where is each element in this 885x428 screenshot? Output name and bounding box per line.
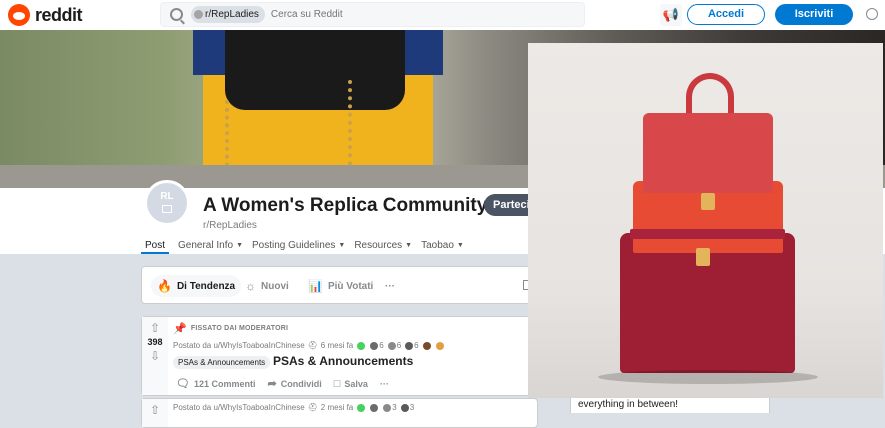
sort-label: Di Tendenza bbox=[176, 280, 236, 292]
subreddit-search-chip[interactable]: r/RepLadies bbox=[191, 6, 265, 23]
tab-general-info[interactable]: General Info ▼ bbox=[178, 238, 243, 252]
flame-icon: 🔥 bbox=[157, 279, 172, 293]
pin-icon: 📌 bbox=[173, 323, 187, 335]
advertise-megaphone-icon[interactable]: 📢 bbox=[660, 4, 682, 26]
lock-icon bbox=[162, 205, 172, 213]
tab-resources[interactable]: Resources ▼ bbox=[354, 238, 412, 252]
login-button[interactable]: Accedi bbox=[687, 4, 765, 25]
post-title[interactable]: PSAs & Announcements bbox=[273, 354, 413, 368]
post-meta: Postato da u/WhyIsToaboaInChinese ⛑ 6 me… bbox=[173, 341, 445, 350]
bag-lock bbox=[701, 193, 715, 210]
save-label: Salva bbox=[344, 378, 368, 389]
post-flair[interactable]: PSAs & Announcements bbox=[173, 356, 271, 369]
post-more-button[interactable]: ··· bbox=[380, 379, 389, 389]
comment-icon: 🗨 bbox=[176, 378, 190, 390]
award-icon bbox=[357, 403, 366, 412]
award-icon bbox=[383, 403, 392, 412]
tab-label: Resources bbox=[354, 239, 403, 251]
post-meta: Postato da u/WhyIsToaboaInChinese ⛑ 2 me… bbox=[173, 403, 414, 412]
award-count: 3 bbox=[409, 403, 415, 412]
reddit-logo[interactable]: reddit bbox=[8, 4, 83, 26]
sidebar-description: everything in between! bbox=[570, 396, 770, 413]
award-icon bbox=[405, 341, 414, 350]
bot-icon: ⛑ bbox=[307, 403, 318, 412]
award-icon bbox=[370, 341, 379, 350]
logo-text: reddit bbox=[35, 4, 83, 25]
pinned-text: FISSATO DAI MODERATORI bbox=[190, 325, 289, 332]
bag-lock bbox=[696, 248, 710, 266]
banner-black-bag bbox=[225, 30, 405, 110]
upvote-icon[interactable]: ⇧ bbox=[150, 322, 160, 334]
chevron-down-icon: ▼ bbox=[456, 241, 464, 249]
bag-strap bbox=[630, 229, 785, 239]
bookmark-icon: □ bbox=[333, 377, 341, 390]
chevron-down-icon: ▼ bbox=[338, 241, 346, 249]
avatar-initials: RL bbox=[160, 191, 174, 202]
bag-red bbox=[643, 113, 773, 193]
tab-label: Taobao bbox=[421, 239, 454, 251]
signup-button[interactable]: Iscriviti bbox=[775, 4, 853, 25]
chevron-down-icon: ▼ bbox=[236, 241, 243, 249]
award-icon bbox=[357, 341, 366, 350]
post-card[interactable]: ⇧ Postato da u/WhyIsToaboaInChinese ⛑ 2 … bbox=[141, 398, 538, 428]
share-label: Condividi bbox=[280, 378, 322, 389]
award-icon bbox=[422, 341, 431, 350]
search-input[interactable] bbox=[270, 9, 471, 20]
sort-new-button[interactable]: ☼ Nuovi bbox=[245, 275, 289, 297]
tab-label: Posting Guidelines bbox=[252, 239, 336, 251]
bot-icon: ⛑ bbox=[307, 341, 318, 350]
sun-icon: ☼ bbox=[245, 279, 256, 293]
award-count: 3 bbox=[392, 403, 397, 412]
award-icon bbox=[435, 341, 444, 350]
post-time: 6 mesi fa bbox=[320, 341, 354, 350]
sort-bar: 🔥 Di Tendenza ☼ Nuovi 📊 Più Votati ··· bbox=[141, 266, 538, 304]
vote-score: 398 bbox=[147, 337, 163, 347]
community-subreddit-name: r/RepLadies bbox=[203, 220, 257, 231]
user-menu-icon[interactable] bbox=[866, 8, 878, 20]
award-icon bbox=[387, 341, 396, 350]
overlay-bag-image bbox=[528, 43, 883, 398]
tab-post[interactable]: Post bbox=[141, 238, 170, 254]
bag-shadow bbox=[598, 370, 818, 384]
upvote-icon[interactable]: ⇧ bbox=[150, 404, 160, 416]
share-button[interactable]: ➦ Condividi bbox=[268, 377, 322, 390]
tab-label: General Info bbox=[178, 239, 234, 251]
post-card[interactable]: ⇧ 398 ⇩ 📌 FISSATO DAI MODERATORI Postato… bbox=[141, 316, 538, 396]
vote-column: ⇧ 398 ⇩ bbox=[142, 317, 168, 395]
search-icon bbox=[170, 8, 183, 21]
community-tabs: Post General Info ▼ Posting Guidelines ▼ R… bbox=[141, 238, 473, 254]
vote-column: ⇧ bbox=[142, 399, 168, 427]
sort-top-button[interactable]: 📊 Più Votati bbox=[308, 275, 373, 297]
tab-taobao[interactable]: Taobao ▼ bbox=[421, 238, 464, 252]
save-button[interactable]: □ Salva bbox=[334, 378, 368, 390]
search-bar[interactable]: r/RepLadies bbox=[160, 2, 585, 27]
post-actions: 🗨 121 Commenti ➦ Condividi □ Salva ··· bbox=[176, 377, 401, 391]
award-count: 6 bbox=[414, 341, 419, 350]
sort-more-button[interactable]: ··· bbox=[385, 275, 395, 297]
community-avatar: RL bbox=[144, 180, 190, 226]
chart-icon: 📊 bbox=[308, 279, 323, 293]
chevron-down-icon: ▼ bbox=[405, 241, 413, 249]
share-icon: ➦ bbox=[267, 378, 277, 390]
sort-label: Più Votati bbox=[327, 280, 374, 292]
post-author[interactable]: Postato da u/WhyIsToaboaInChinese bbox=[173, 341, 305, 350]
award-count: 6 bbox=[379, 341, 384, 350]
post-author[interactable]: Postato da u/WhyIsToaboaInChinese bbox=[173, 403, 305, 412]
tab-posting-guidelines[interactable]: Posting Guidelines ▼ bbox=[252, 238, 345, 252]
award-icon bbox=[400, 403, 409, 412]
tab-label: Post bbox=[145, 239, 166, 251]
pinned-label: 📌 FISSATO DAI MODERATORI bbox=[173, 322, 288, 335]
reddit-alien-icon bbox=[8, 4, 30, 26]
award-count: 6 bbox=[396, 341, 402, 350]
community-title: A Women's Replica Community bbox=[203, 195, 488, 216]
comments-label: 121 Commenti bbox=[193, 378, 256, 389]
comments-button[interactable]: 🗨 121 Commenti bbox=[176, 377, 256, 390]
top-bar: reddit r/RepLadies 📢 Accedi Iscriviti bbox=[0, 0, 885, 30]
downvote-icon[interactable]: ⇩ bbox=[150, 350, 160, 362]
sort-label: Nuovi bbox=[261, 280, 289, 292]
sort-hot-button[interactable]: 🔥 Di Tendenza bbox=[151, 275, 242, 297]
award-icon bbox=[370, 403, 379, 412]
post-time: 2 mesi fa bbox=[320, 403, 354, 412]
